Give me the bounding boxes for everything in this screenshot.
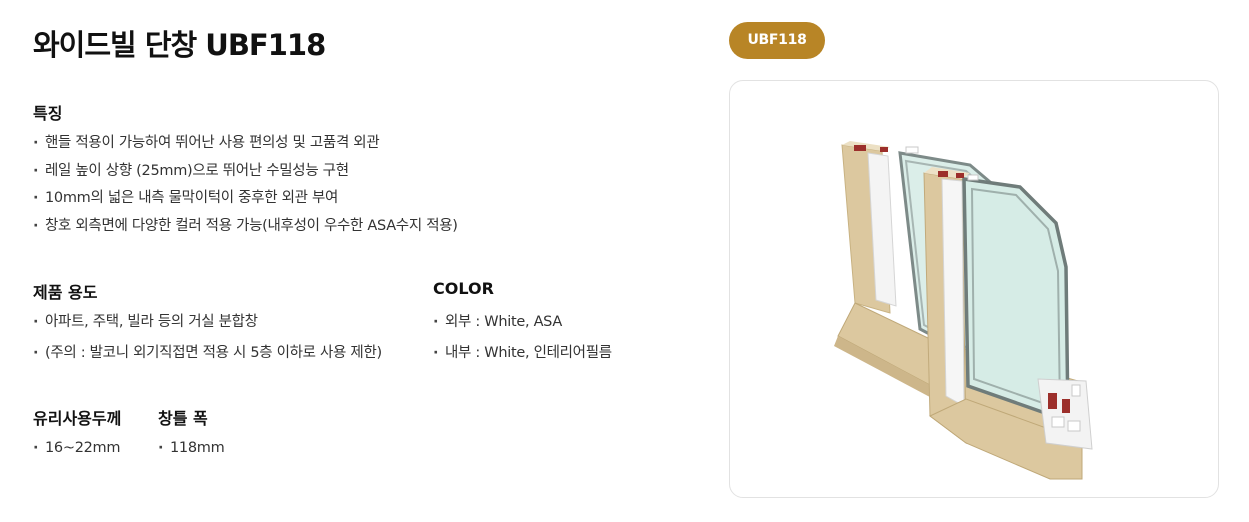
model-badge: UBF118 xyxy=(729,22,825,59)
window-width-list: 118mm xyxy=(158,438,225,458)
window-width-heading: 창틀 폭 xyxy=(158,409,208,428)
glass-thickness-list: 16~22mm xyxy=(33,438,121,458)
list-item: 창호 외측면에 다양한 컬러 적용 가능(내후성이 우수한 ASA수지 적용) xyxy=(33,216,458,244)
features-heading: 특징 xyxy=(33,104,63,123)
list-item: 내부 : White, 인테리어필름 xyxy=(433,343,612,374)
page-title: 와이드빌 단창 UBF118 xyxy=(33,28,326,62)
list-item: 16~22mm xyxy=(33,438,121,458)
list-item: 118mm xyxy=(158,438,225,458)
usage-heading: 제품 용도 xyxy=(33,283,98,302)
list-item: 10mm의 넓은 내측 물막이턱이 중후한 외관 부여 xyxy=(33,188,458,216)
glass-thickness-heading: 유리사용두께 xyxy=(33,409,122,428)
product-image-card xyxy=(729,80,1219,498)
window-frame-illustration xyxy=(834,141,1093,480)
features-list: 핸들 적용이 가능하여 뛰어난 사용 편의성 및 고품격 외관 레일 높이 상향… xyxy=(33,133,458,243)
list-item: 핸들 적용이 가능하여 뛰어난 사용 편의성 및 고품격 외관 xyxy=(33,133,458,161)
usage-list: 아파트, 주택, 빌라 등의 거실 분합창 (주의 : 발코니 외기직접면 적용… xyxy=(33,312,382,373)
list-item: 레일 높이 상향 (25mm)으로 뛰어난 수밀성능 구현 xyxy=(33,161,458,189)
list-item: 아파트, 주택, 빌라 등의 거실 분합창 xyxy=(33,312,382,343)
list-item: 외부 : White, ASA xyxy=(433,312,612,343)
list-item: (주의 : 발코니 외기직접면 적용 시 5층 이하로 사용 제한) xyxy=(33,343,382,374)
color-list: 외부 : White, ASA 내부 : White, 인테리어필름 xyxy=(433,312,612,373)
color-heading: COLOR xyxy=(433,279,494,298)
